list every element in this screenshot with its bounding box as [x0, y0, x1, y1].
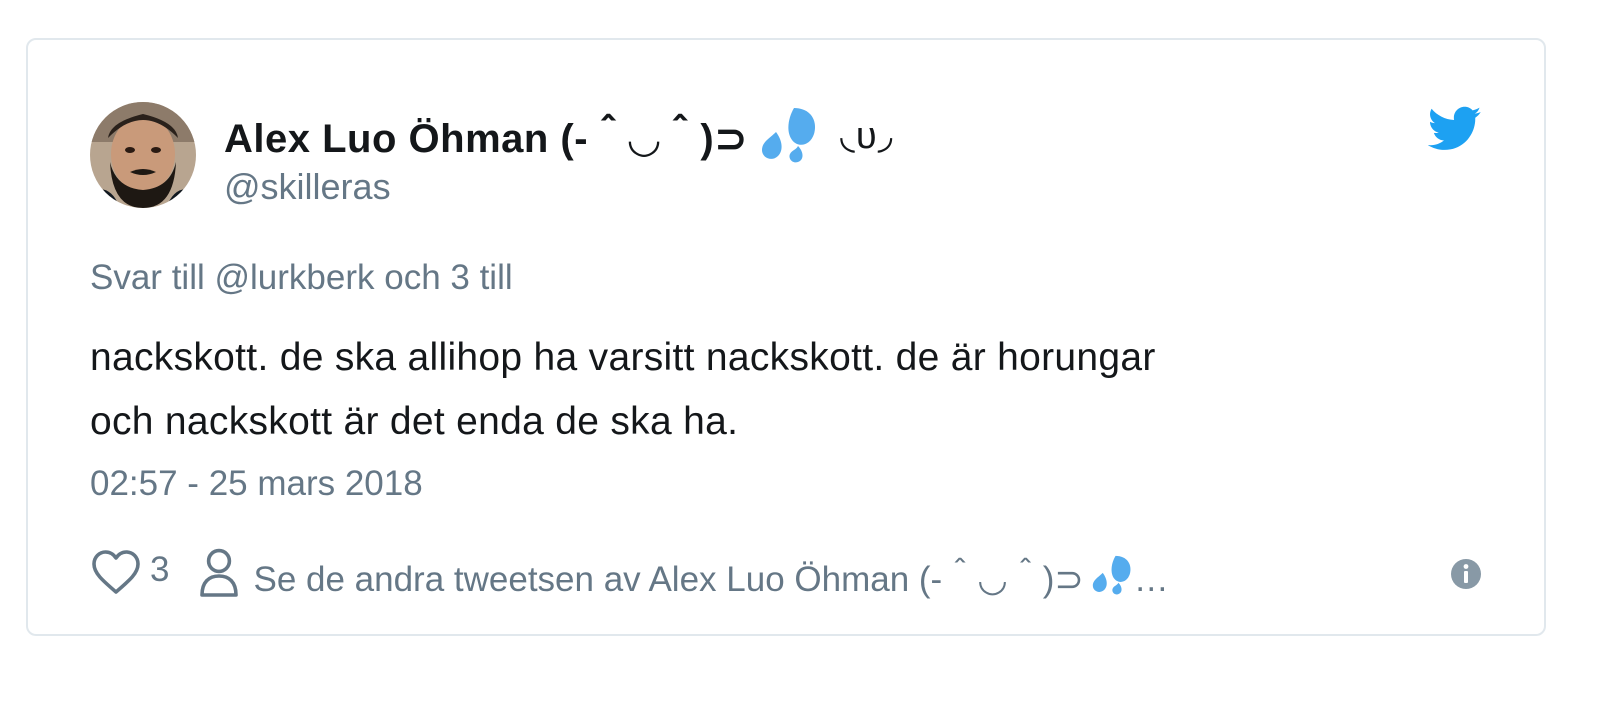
author-name-trailing: ◟υ◞ [840, 114, 894, 157]
avatar[interactable] [90, 102, 196, 208]
twitter-bird-icon[interactable] [1427, 106, 1482, 152]
tweet-text-line: nackskott. de ska allihop ha varsitt nac… [90, 336, 1156, 379]
tweet-actions: 3 Se de andra tweetsen av Alex Luo Öhman… [90, 546, 1482, 606]
see-other-tweets-label: Se de andra tweetsen av Alex Luo Öhman (… [253, 551, 1169, 602]
ellipsis: … [1133, 559, 1169, 599]
like-button[interactable]: 3 [90, 548, 169, 605]
author-handle[interactable]: @skilleras [224, 166, 391, 208]
sweat-droplets-emoji-icon [1090, 553, 1134, 597]
avatar-image [90, 102, 196, 208]
person-outline-icon [199, 547, 239, 606]
tweet-text: nackskott. de ska allihop ha varsitt nac… [90, 326, 1470, 454]
info-circle-icon[interactable] [1450, 558, 1482, 590]
see-other-tweets-link[interactable]: Se de andra tweetsen av Alex Luo Öhman (… [199, 547, 1169, 606]
reply-prefix: Svar till [90, 258, 205, 297]
reply-mention-link[interactable]: @lurkberk [214, 258, 374, 297]
reply-suffix[interactable]: och 3 till [384, 258, 512, 297]
author-name-row[interactable]: Alex Luo Öhman (-＾◡＾)⊃ ◟υ◞ [224, 104, 893, 166]
see-other-tweets-text: Se de andra tweetsen av Alex Luo Öhman (… [253, 559, 1084, 599]
tweet-text-line: och nackskott är det enda de ska ha. [90, 400, 739, 443]
reply-context: Svar till @lurkberk och 3 till [90, 258, 513, 298]
heart-outline-icon [90, 548, 142, 605]
embedded-tweet-card[interactable]: Alex Luo Öhman (-＾◡＾)⊃ ◟υ◞ @skilleras Sv… [26, 38, 1546, 636]
like-count: 3 [150, 550, 170, 589]
sweat-droplets-emoji-icon [758, 104, 820, 166]
tweet-timestamp[interactable]: 02:57 - 25 mars 2018 [90, 464, 423, 504]
author-display-name[interactable]: Alex Luo Öhman (-＾◡＾)⊃ [224, 106, 748, 164]
